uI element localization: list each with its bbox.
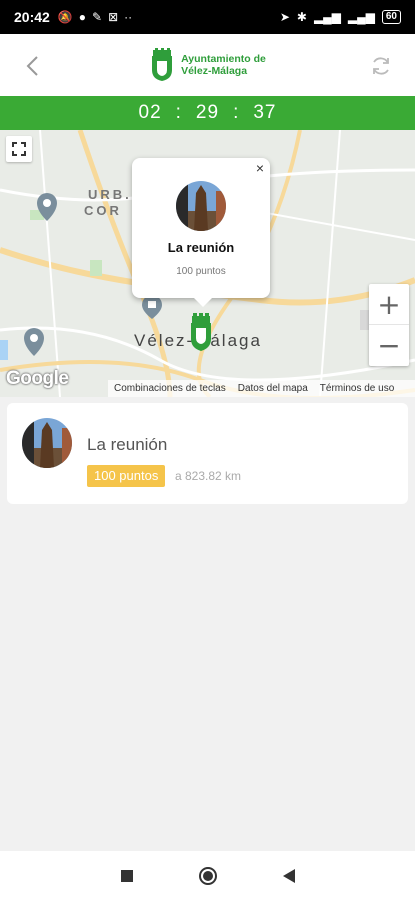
home-button-icon[interactable]	[198, 866, 218, 886]
signal-2-icon: ▂▄▆	[347, 10, 375, 24]
timer-hours: 02	[138, 102, 162, 123]
google-logo: Google	[6, 368, 69, 389]
zoom-in-button[interactable]: +	[369, 284, 409, 325]
timer-separator: :	[233, 102, 240, 123]
map-label-urb: URB.	[88, 187, 132, 202]
bluetooth-icon: ✱	[296, 10, 307, 24]
logo-line-1: Ayuntamiento de	[181, 53, 266, 65]
map-place-pin-icon[interactable]	[24, 328, 44, 356]
alarm-off-icon: 🔕	[57, 10, 73, 24]
map-data-link[interactable]: Datos del mapa	[238, 383, 308, 394]
event-marker-icon[interactable]	[187, 313, 215, 351]
refresh-icon	[373, 57, 389, 75]
event-thumbnail	[176, 181, 226, 231]
map-place-pin-icon[interactable]	[37, 193, 57, 221]
map-info-popup[interactable]: × La reunión 100 puntos	[132, 158, 270, 307]
zoom-out-button[interactable]: −	[369, 325, 409, 366]
back-button[interactable]	[18, 52, 46, 80]
popup-points: 100 puntos	[176, 266, 226, 277]
event-distance: a 823.82 km	[175, 469, 242, 483]
popup-close-button[interactable]: ×	[256, 160, 264, 176]
spotify-icon: ●	[78, 10, 87, 24]
system-nav-bar	[0, 851, 415, 900]
battery-icon: 60	[381, 10, 401, 24]
map-attribution: Combinaciones de teclas Datos del mapa T…	[108, 380, 415, 397]
logo: Ayuntamiento de Vélez-Málaga	[149, 48, 266, 82]
event-title: La reunión	[87, 435, 168, 454]
fullscreen-icon	[12, 142, 26, 156]
recents-button-icon[interactable]	[120, 869, 134, 883]
popup-title: La reunión	[167, 240, 235, 255]
logo-line-2: Vélez-Málaga	[181, 65, 248, 77]
status-bar: 20:42 🔕 ● ✎ ⊠ ·· ➤ ✱ ▂▄▆ ▂▄▆ 60	[0, 0, 415, 34]
coat-of-arms-icon	[152, 48, 173, 81]
back-nav-icon[interactable]	[282, 868, 296, 884]
zoom-controls: + −	[369, 284, 409, 366]
refresh-button[interactable]	[367, 52, 395, 80]
terms-of-use-link[interactable]: Términos de uso	[320, 383, 394, 394]
fullscreen-button[interactable]	[6, 136, 32, 162]
timer-separator: :	[175, 102, 182, 123]
keyboard-shortcuts-link[interactable]: Combinaciones de teclas	[114, 383, 226, 394]
points-badge: 100 puntos	[87, 465, 166, 487]
event-thumbnail	[22, 418, 72, 468]
location-icon: ➤	[279, 10, 290, 24]
timer-minutes: 29	[195, 102, 220, 123]
event-card[interactable]: La reunión 100 puntos a 823.82 km	[7, 403, 408, 504]
timer-seconds: 37	[253, 102, 277, 123]
more-dots-icon: ··	[124, 10, 133, 24]
signal-icon: ▂▄▆	[313, 10, 341, 24]
status-time: 20:42	[14, 9, 50, 25]
map-shop-pin-icon[interactable]	[142, 295, 162, 319]
map-label-cor: COR	[84, 203, 122, 218]
chevron-left-icon	[26, 56, 38, 76]
wifi-call-icon: ✎	[92, 10, 103, 24]
nfc-icon: ⊠	[108, 10, 119, 24]
countdown-timer: 02 : 29 : 37	[0, 96, 415, 130]
app-header: Ayuntamiento de Vélez-Málaga	[0, 34, 415, 96]
